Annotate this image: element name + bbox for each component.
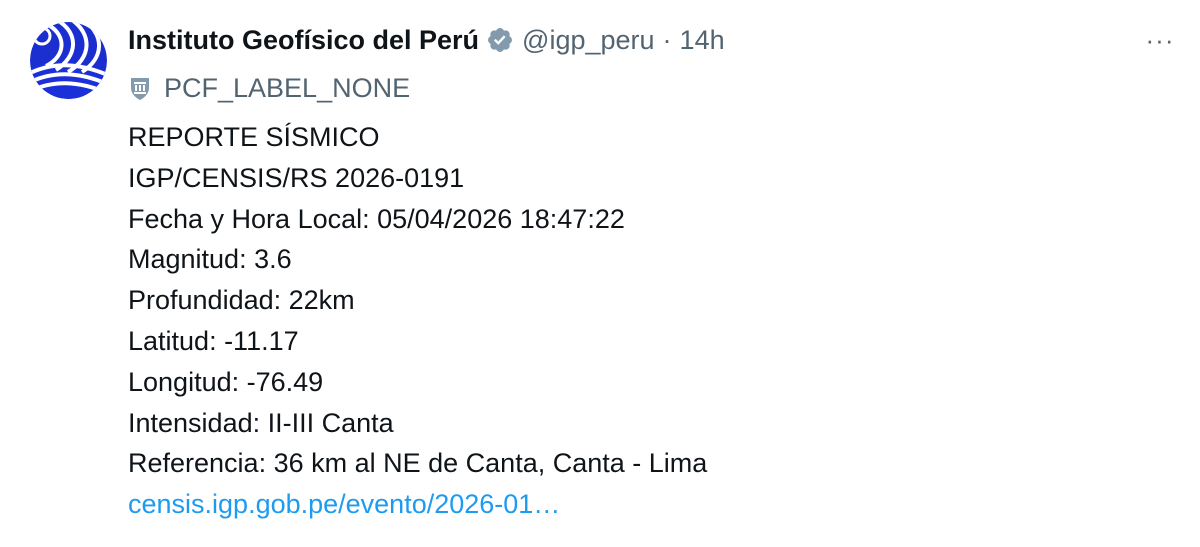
author-name[interactable]: Instituto Geofísico del Perú <box>128 25 479 56</box>
verified-badge-icon[interactable] <box>486 26 514 54</box>
tweet-line-latitude: Latitud: -11.17 <box>128 325 299 356</box>
tweet-header: Instituto Geofísico del Perú @igp_peru ·… <box>128 20 725 60</box>
author-avatar[interactable] <box>30 22 107 99</box>
igp-logo-icon <box>30 22 107 99</box>
separator-dot: · <box>662 24 672 55</box>
tweet-line-reference: Referencia: 36 km al NE de Canta, Canta … <box>128 448 708 479</box>
tweet-line-title: REPORTE SÍSMICO <box>128 122 380 152</box>
account-label: PCF_LABEL_NONE <box>128 70 410 106</box>
tweet-line-datetime: Fecha y Hora Local: 05/04/2026 18:47:22 <box>128 203 625 234</box>
author-handle[interactable]: @igp_peru <box>522 25 655 56</box>
tweet-body: REPORTE SÍSMICO IGP/CENSIS/RS 2026-0191 … <box>128 117 1168 525</box>
tweet-card[interactable]: Instituto Geofísico del Perú @igp_peru ·… <box>0 0 1200 547</box>
tweet-line-intensity: Intensidad: II-III Canta <box>128 407 394 438</box>
more-options-icon[interactable]: ··· <box>1140 22 1180 58</box>
event-link[interactable]: censis.igp.gob.pe/evento/2026-01… <box>128 484 1168 525</box>
account-label-text: PCF_LABEL_NONE <box>164 72 411 103</box>
tweet-line-depth: Profundidad: 22km <box>128 285 355 316</box>
tweet-timestamp[interactable]: 14h <box>680 25 725 56</box>
government-label-icon <box>128 75 152 101</box>
tweet-line-magnitude: Magnitud: 3.6 <box>128 244 292 275</box>
tweet-line-report-id: IGP/CENSIS/RS 2026-0191 <box>128 162 465 193</box>
tweet-line-longitude: Longitud: -76.49 <box>128 366 324 397</box>
